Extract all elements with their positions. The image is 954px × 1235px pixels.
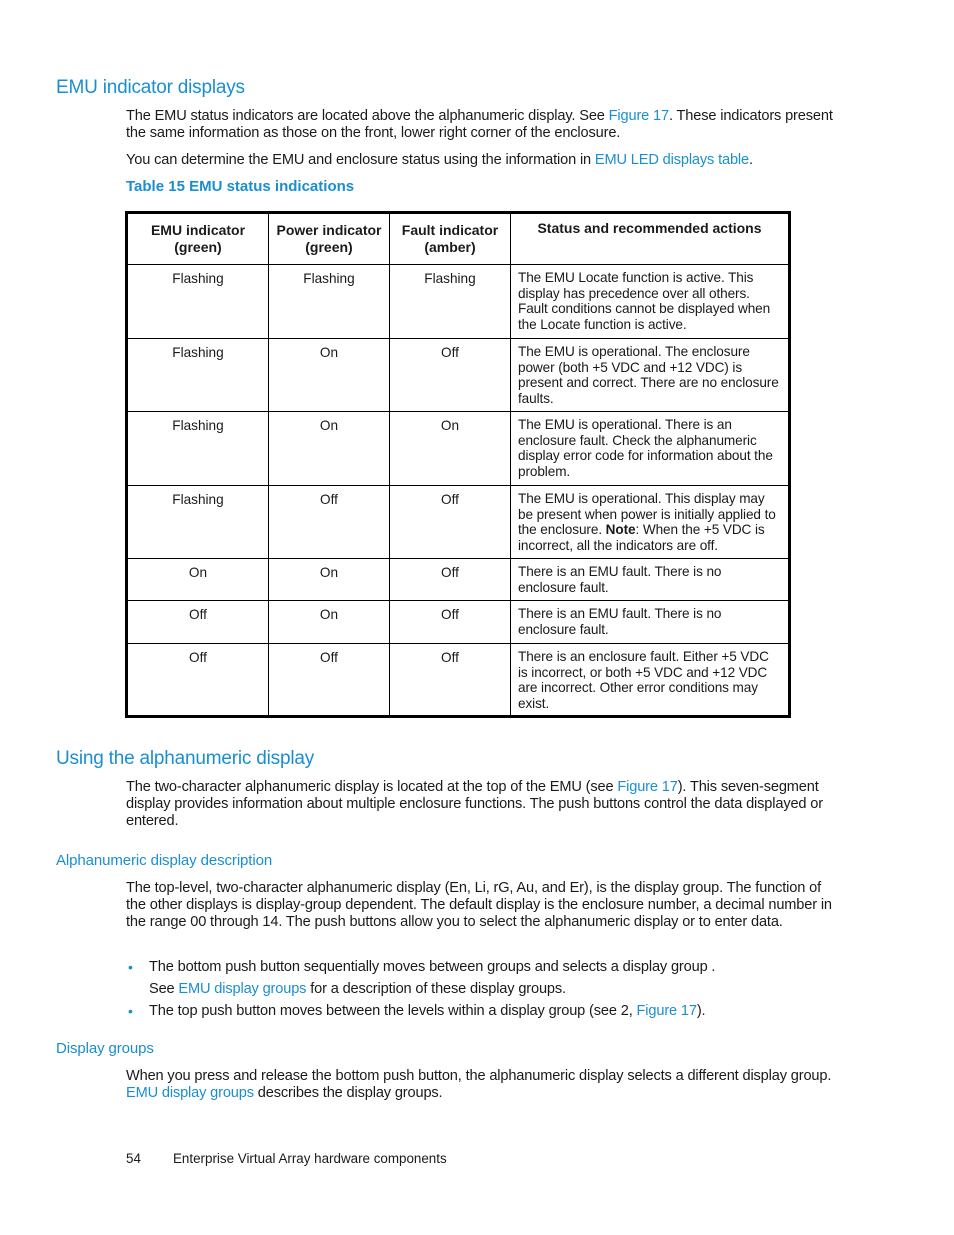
chapter-title: Enterprise Virtual Array hardware compon… (173, 1151, 447, 1166)
cell-emu-indicator: Flashing (126, 411, 269, 486)
figure-17-link[interactable]: Figure 17 (617, 779, 677, 795)
text: ). (696, 1003, 706, 1019)
header-line: (amber) (424, 239, 476, 255)
cell-power-indicator: On (268, 338, 390, 412)
text: The bottom push button sequentially move… (149, 959, 716, 975)
cell-status-actions: The EMU Locate function is active. This … (510, 264, 790, 339)
table-row: Flashing Off Off The EMU is operational. Th… (126, 485, 790, 559)
text: See (149, 981, 179, 997)
text: You can determine the EMU and enclosure … (126, 152, 595, 168)
page-footer: 54 Enterprise Virtual Array hardware comp… (126, 1151, 447, 1166)
status-text: The EMU is operational. There is an encl… (518, 417, 773, 479)
description-paragraph: The top-level, two-character alphanumeri… (126, 880, 832, 930)
cell-status-actions: The EMU is operational. There is an encl… (510, 411, 790, 486)
text: describes the display groups. (253, 1085, 443, 1101)
cell-emu-indicator: Flashing (126, 264, 269, 339)
table-row: On On Off There is an EMU fault. There is n… (126, 558, 790, 601)
status-text: There is an EMU fault. There is no enclo… (518, 606, 722, 637)
status-text: There is an EMU fault. There is no enclo… (518, 564, 722, 595)
emu-display-groups-link[interactable]: EMU display groups (126, 1085, 254, 1101)
header-line: Fault indicator (401, 222, 499, 238)
text: The top push button moves between the le… (149, 1003, 637, 1019)
cell-status-actions: The EMU is operational. This display may… (510, 485, 790, 559)
table-row: Off On Off There is an EMU fault. There is … (126, 600, 790, 644)
cell-power-indicator: Flashing (268, 264, 390, 339)
subsection-heading-display-groups: Display groups (56, 1040, 154, 1057)
table-row: Flashing Flashing Flashing The EMU Locate f… (126, 264, 790, 339)
cell-emu-indicator: Flashing (126, 338, 269, 412)
page-number: 54 (126, 1151, 141, 1166)
bullet-icon: • (128, 959, 133, 975)
display-groups-paragraph: When you press and release the bottom pu… (126, 1068, 836, 1102)
table-row: Flashing On On The EMU is operational. Ther… (126, 411, 790, 486)
cell-fault-indicator: Off (389, 642, 511, 718)
text: When you press and release the bottom pu… (126, 1068, 832, 1084)
table-caption: Table 15 EMU status indications (126, 178, 355, 195)
cell-emu-indicator: On (126, 558, 269, 601)
cell-status-actions: The EMU is operational. The enclosure po… (510, 338, 790, 412)
text: . (748, 152, 753, 168)
header-line: (green) (174, 239, 222, 255)
text: for a description of these display group… (306, 981, 566, 997)
figure-17-link[interactable]: Figure 17 (637, 1003, 697, 1019)
subsection-heading-alphanumeric-description: Alphanumeric display description (56, 852, 273, 869)
text: The two-character alphanumeric display i… (126, 779, 618, 795)
cell-status-actions: There is an enclosure fault. Either +5 V… (510, 642, 790, 718)
header-line: Power indicator (276, 222, 382, 238)
section-heading-emu-indicator-displays: EMU indicator displays (56, 77, 245, 98)
cell-fault-indicator: Flashing (389, 264, 511, 339)
list-item: • The bottom push button sequentially mo… (126, 956, 836, 1000)
status-text: There is an enclosure fault. Either +5 V… (518, 649, 769, 711)
status-text: The EMU is operational. The enclosure po… (518, 344, 779, 406)
table-row: Off Off Off There is an enclosure fault. Ei… (126, 642, 790, 718)
note-label: Note (605, 522, 636, 538)
header-power-indicator: Power indicator (green) (268, 212, 390, 265)
emu-display-groups-link[interactable]: EMU display groups (178, 981, 306, 997)
cell-fault-indicator: On (389, 411, 511, 486)
header-emu-indicator: EMU indicator (green) (126, 212, 269, 265)
emu-status-table: EMU indicator (green) Power indicator (gre… (125, 211, 791, 719)
emu-indicator-paragraph-2: You can determine the EMU and enclosure … (126, 152, 836, 169)
cell-fault-indicator: Off (389, 600, 511, 644)
status-text: The EMU Locate function is active. This … (518, 270, 771, 332)
header-line: Status and recommended actions (537, 220, 762, 236)
section-heading-using-alphanumeric-display: Using the alphanumeric display (56, 748, 315, 769)
text: The EMU status indicators are located ab… (126, 108, 609, 124)
list-item: • The top push button moves between the … (126, 1000, 836, 1022)
cell-power-indicator: On (268, 600, 390, 644)
cell-power-indicator: On (268, 558, 390, 601)
table-row: Flashing On Off The EMU is operational. The… (126, 338, 790, 412)
header-line: (green) (305, 239, 353, 255)
cell-status-actions: There is an EMU fault. There is no enclo… (510, 558, 790, 601)
alphanumeric-paragraph: The two-character alphanumeric display i… (126, 779, 836, 830)
cell-fault-indicator: Off (389, 485, 511, 559)
cell-power-indicator: On (268, 411, 390, 486)
cell-status-actions: There is an EMU fault. There is no enclo… (510, 600, 790, 644)
cell-power-indicator: Off (268, 485, 390, 559)
push-button-list: • The bottom push button sequentially mo… (126, 956, 836, 1022)
cell-emu-indicator: Flashing (126, 485, 269, 559)
header-line: EMU indicator (150, 222, 246, 238)
cell-power-indicator: Off (268, 642, 390, 718)
cell-emu-indicator: Off (126, 600, 269, 644)
cell-emu-indicator: Off (126, 642, 269, 718)
cell-fault-indicator: Off (389, 338, 511, 412)
cell-fault-indicator: Off (389, 558, 511, 601)
emu-indicator-paragraph-1: The EMU status indicators are located ab… (126, 108, 836, 142)
bullet-icon: • (128, 1003, 133, 1019)
figure-17-link[interactable]: Figure 17 (609, 108, 669, 124)
table-header-row: EMU indicator (green) Power indicator (gre… (126, 212, 790, 265)
header-fault-indicator: Fault indicator (amber) (389, 212, 511, 265)
header-status-actions: Status and recommended actions (510, 212, 790, 265)
emu-led-displays-table-link[interactable]: EMU LED displays table (595, 152, 749, 168)
